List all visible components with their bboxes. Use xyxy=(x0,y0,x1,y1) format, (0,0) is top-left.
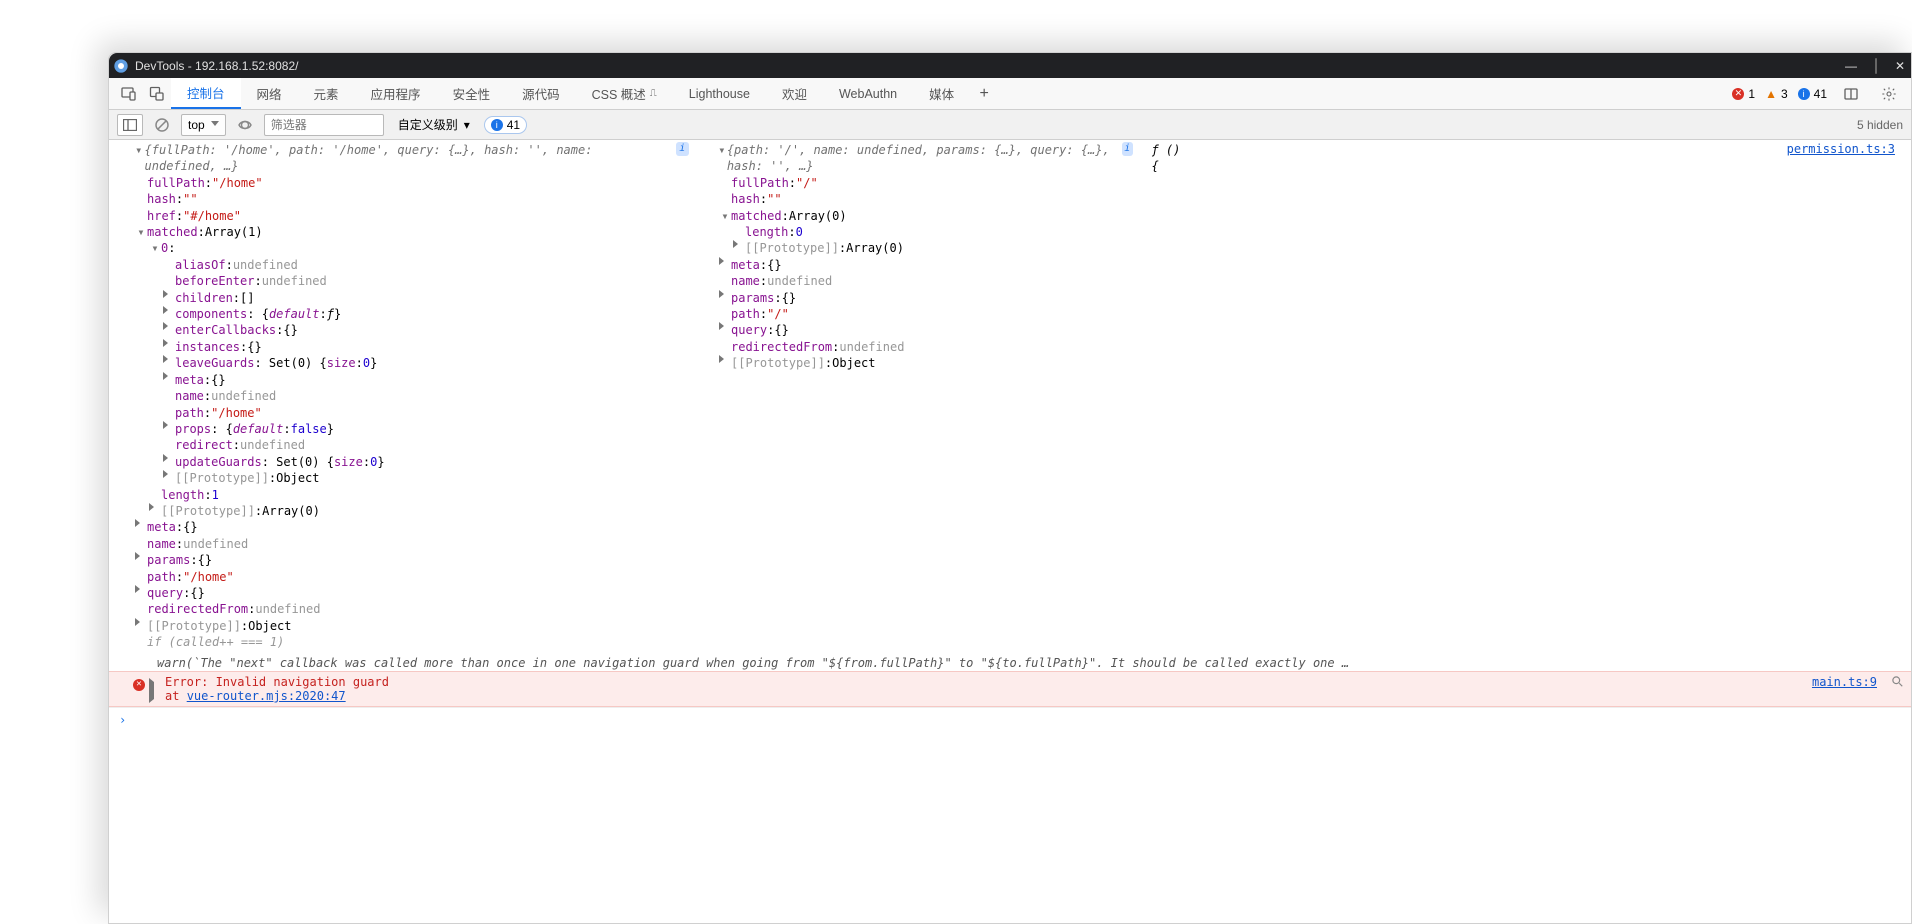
close-button[interactable]: ✕ xyxy=(1895,59,1905,73)
log-object-from[interactable]: ▾{fullPath: '/home', path: '/home', quer… xyxy=(133,142,693,651)
tab-security[interactable]: 安全性 xyxy=(437,78,507,109)
error-source-link[interactable]: main.ts:9 xyxy=(1812,675,1885,689)
issues-badge[interactable]: i41 xyxy=(484,116,527,134)
search-icon[interactable] xyxy=(1891,675,1903,690)
tab-css-overview[interactable]: CSS 概述 ⎍ xyxy=(576,78,673,109)
panel-tabs: 控制台 网络 元素 应用程序 安全性 源代码 CSS 概述 ⎍ Lighthou… xyxy=(109,78,1911,110)
filter-input[interactable] xyxy=(264,114,384,136)
error-message[interactable]: ✕ Error: Invalid navigation guard at vue… xyxy=(109,671,1911,707)
warning-counter[interactable]: ▲3 xyxy=(1765,87,1788,101)
error-title: Error: Invalid navigation guard xyxy=(165,675,389,689)
context-selector[interactable]: top xyxy=(181,114,226,136)
tab-console[interactable]: 控制台 xyxy=(171,78,241,109)
settings-icon[interactable] xyxy=(1875,86,1903,102)
log-object-to[interactable]: ▾{path: '/', name: undefined, params: {…… xyxy=(717,142,1187,651)
console-toolbar: top 自定义级别 ▾ i41 5 hidden xyxy=(109,110,1911,140)
console-output: ▾{fullPath: '/home', path: '/home', quer… xyxy=(109,140,1911,923)
status-counters: ✕1 ▲3 i41 xyxy=(1732,78,1911,109)
hidden-count[interactable]: 5 hidden xyxy=(1857,118,1903,132)
tab-webauthn[interactable]: WebAuthn xyxy=(823,78,913,109)
info-counter[interactable]: i41 xyxy=(1798,87,1827,101)
minimize-button[interactable]: — xyxy=(1845,59,1857,73)
tab-welcome[interactable]: 欢迎 xyxy=(766,78,823,109)
window-controls: — ✕ xyxy=(1845,59,1905,73)
maximize-button[interactable] xyxy=(1875,59,1877,73)
more-tabs-button[interactable]: + xyxy=(970,78,998,109)
log-message: ▾{fullPath: '/home', path: '/home', quer… xyxy=(109,140,1911,655)
tab-network[interactable]: 网络 xyxy=(241,78,298,109)
console-prompt[interactable]: › xyxy=(109,707,1911,731)
tab-media[interactable]: 媒体 xyxy=(913,78,970,109)
tab-application[interactable]: 应用程序 xyxy=(355,78,437,109)
dock-icon[interactable] xyxy=(1837,86,1865,102)
level-selector[interactable]: 自定义级别 ▾ xyxy=(392,114,476,136)
tab-sources[interactable]: 源代码 xyxy=(506,78,576,109)
live-expression-button[interactable] xyxy=(234,114,256,136)
info-icon[interactable]: i xyxy=(1122,142,1133,156)
error-location-link[interactable]: vue-router.mjs:2020:47 xyxy=(187,689,346,703)
device-toolbar-icon[interactable] xyxy=(115,78,143,109)
clear-console-button[interactable] xyxy=(151,114,173,136)
titlebar: DevTools - 192.168.1.52:8082/ — ✕ xyxy=(109,53,1911,78)
toggle-sidebar-button[interactable] xyxy=(117,114,143,136)
source-link[interactable]: permission.ts:3 xyxy=(1787,142,1903,156)
error-counter[interactable]: ✕1 xyxy=(1732,87,1755,101)
window-title: DevTools - 192.168.1.52:8082/ xyxy=(135,59,298,73)
error-icon: ✕ xyxy=(133,675,147,703)
log-continuation: warn(`The "next" callback was called mor… xyxy=(109,655,1911,671)
inspect-icon[interactable] xyxy=(143,78,171,109)
devtools-icon xyxy=(113,58,129,74)
devtools-window: DevTools - 192.168.1.52:8082/ — ✕ 控制台 网络… xyxy=(108,52,1912,924)
tab-elements[interactable]: 元素 xyxy=(298,78,355,109)
tab-lighthouse[interactable]: Lighthouse xyxy=(673,78,766,109)
info-icon[interactable]: i xyxy=(676,142,689,156)
